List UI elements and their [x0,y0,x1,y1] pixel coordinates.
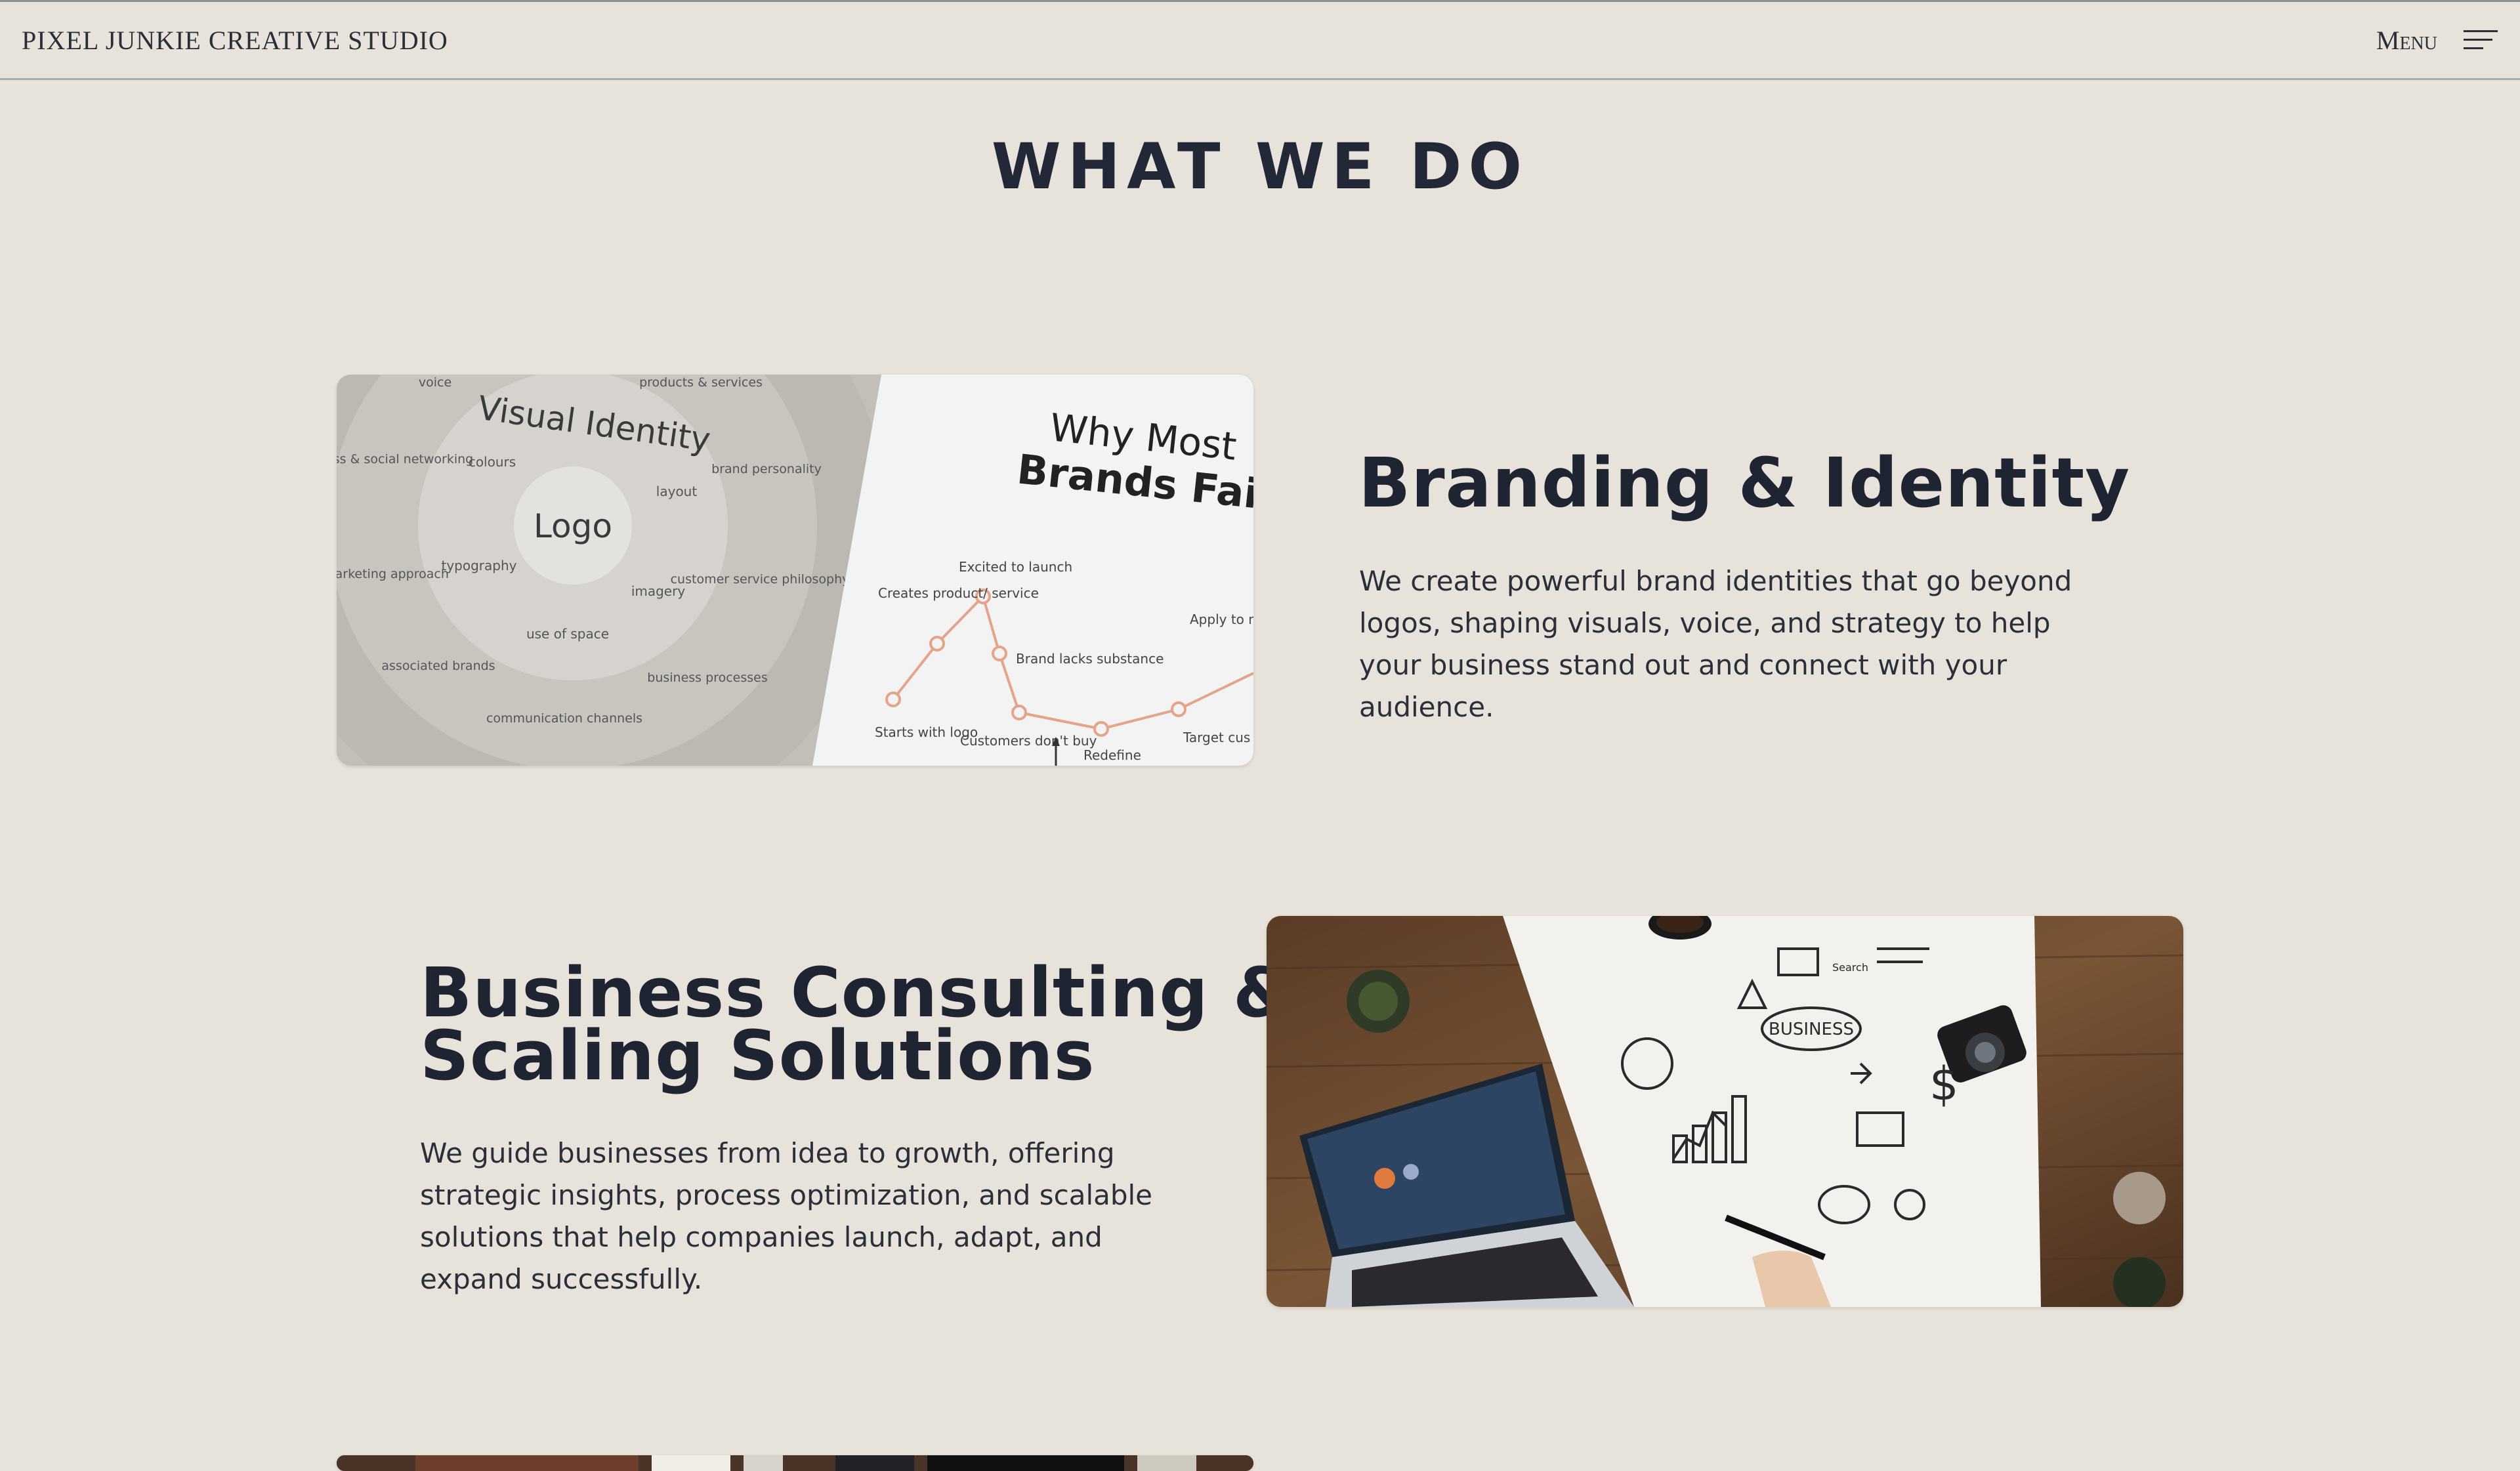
curve-label-lacks: Brand lacks substance [1016,651,1164,667]
curve-label-redefine: Redefine [1083,747,1141,763]
outer-label-customer: customer service philosophy [671,572,850,587]
outer-label-products: products & services [639,375,763,390]
outer-label-associated: associated brands [381,659,495,673]
curve-label-customers: Customers don't buy [960,733,1097,749]
outer-label-networking: business & social networking [337,452,473,466]
outer-label-voice: voice [419,375,452,390]
site-brand-link[interactable]: PIXEL JUNKIE CREATIVE STUDIO [22,25,448,56]
consulting-photo: BUSINESS Search $ [1267,916,2183,1307]
svg-text:$: $ [1929,1057,1959,1111]
curve-label-excited: Excited to launch [959,559,1072,575]
outer-label-channels: communication channels [486,711,642,726]
outer-label-processes: business processes [647,671,767,685]
next-service-photo [337,1455,1253,1471]
service-title-consulting: Business Consulting & Scaling Solutions [420,953,1293,1096]
service-description-branding: We create powerful brand identities that… [1359,565,2072,723]
branding-illustration: Visual Identity Logo colours layout imag… [337,375,1253,766]
inner-label-typography: typography [442,558,517,573]
sketch-label-business: BUSINESS [1769,1020,1854,1039]
wheel-center: Logo [534,507,612,545]
service-description-consulting: We guide businesses from idea to growth,… [420,1137,1153,1295]
service-title-consulting-line2: Scaling Solutions [420,1016,1095,1096]
service-title-branding: Branding & Identity [1358,443,2131,523]
inner-label-space: use of space [526,626,609,642]
sketch-label-search: Search [1832,961,1868,974]
curve-label-creates: Creates product/ service [878,585,1039,601]
curve-label-apply: Apply to marketing channels [1190,611,1253,627]
section-title: WHAT WE DO [991,130,1529,203]
outer-label-personality: brand personality [711,462,822,476]
hamburger-icon[interactable] [2464,29,2498,51]
inner-label-layout: layout [656,484,698,499]
outer-label-marketing: marketing approach [337,567,449,581]
curve-label-target: Target cus emotions [1183,730,1253,745]
menu-button[interactable]: Menu [2376,25,2498,56]
inner-label-colours: colours [469,454,516,470]
service-title-consulting-line1: Business Consulting & [420,953,1293,1033]
menu-label[interactable]: Menu [2376,25,2437,56]
top-navigation-bar: PIXEL JUNKIE CREATIVE STUDIO Menu [0,0,2520,80]
